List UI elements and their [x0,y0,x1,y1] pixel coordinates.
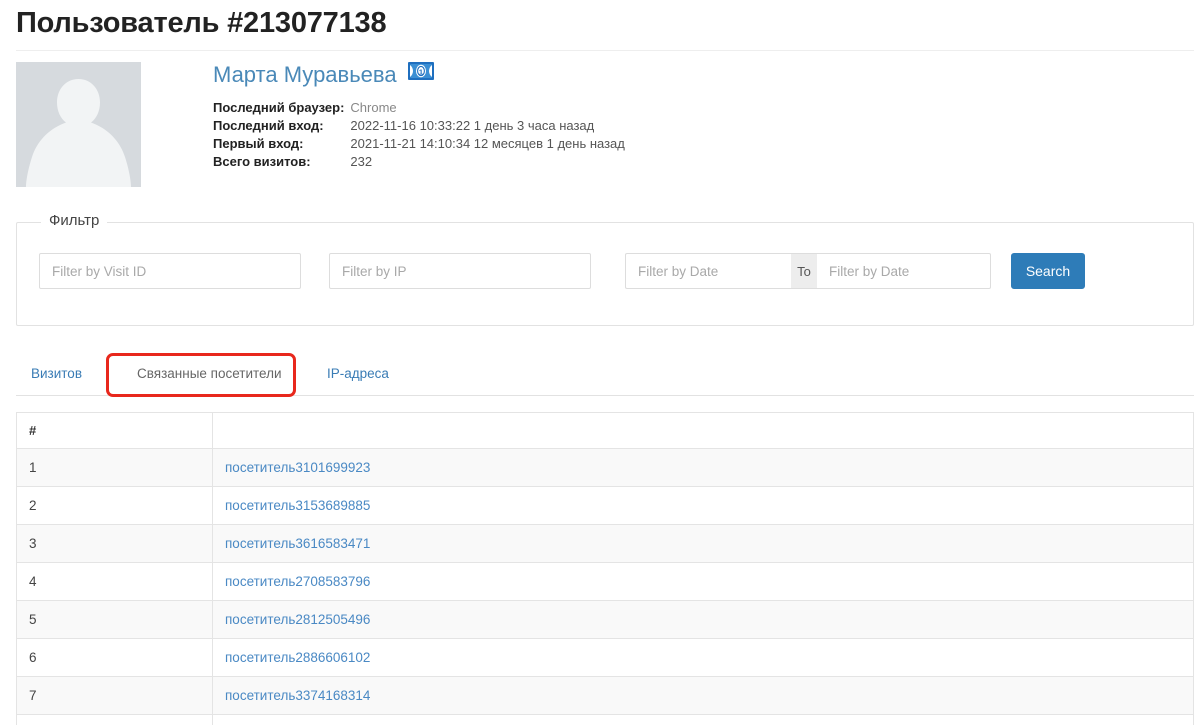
row-index: 1 [16,448,213,487]
filter-ip-input[interactable] [329,253,591,289]
info-value-first-login: 2021-11-21 14:10:34 12 месяцев 1 день на… [350,136,625,151]
row-index: 2 [16,486,213,525]
table-row: 3 посетитель3616583471 [16,524,1194,563]
info-row-last-login: Последний вход: 2022-11-16 10:33:22 1 де… [213,118,625,136]
filter-controls-row: To Search [17,253,1193,289]
row-visitor: посетитель3616583471 [212,524,1194,563]
visitor-link[interactable]: посетитель2812505496 [225,612,370,627]
row-visitor: посетитель3153689885 [212,486,1194,525]
table-row: 7 посетитель3374168314 [16,676,1194,715]
filter-visit-id-input[interactable] [39,253,301,289]
search-button[interactable]: Search [1011,253,1085,289]
visitor-link[interactable]: посетитель2886606102 [225,650,370,665]
person-name: Марта Муравьева [213,62,397,87]
related-visitors-table: # 1 посетитель3101699923 2 посетитель315… [16,412,1194,725]
avatar [16,62,141,187]
row-index: 4 [16,562,213,601]
row-visitor: посетитель3374168314 [212,676,1194,715]
row-visitor [212,714,1194,725]
row-index: 5 [16,600,213,639]
info-value-total-visits: 232 [350,154,373,169]
page-title: Пользователь #213077138 [16,7,387,39]
filter-legend: Фильтр [41,212,108,229]
banknote-icon: 1 [408,61,435,85]
info-row-total-visits: Всего визитов: 232 [213,154,625,172]
table-row: 1 посетитель3101699923 [16,448,1194,487]
visitor-link[interactable]: посетитель3616583471 [225,536,370,551]
row-index: 6 [16,638,213,677]
tab-bar: Визитов Связанные посетители IP-адреса [16,353,1194,397]
table-header-row: # [16,412,1194,449]
table-row: 2 посетитель3153689885 [16,486,1194,525]
row-index: 8 [16,714,213,725]
svg-text:1: 1 [419,67,423,76]
info-label-first-login: Первый вход: [213,136,304,151]
info-row-browser: Последний браузер: Chrome [213,100,625,118]
info-label-total-visits: Всего визитов: [213,154,311,169]
table-header-visitor [212,412,1194,449]
row-index: 7 [16,676,213,715]
row-visitor: посетитель2886606102 [212,638,1194,677]
visitor-link[interactable]: посетитель3153689885 [225,498,370,513]
info-value-browser: Chrome [350,100,397,115]
table-row: 5 посетитель2812505496 [16,600,1194,639]
title-divider [16,50,1194,51]
row-visitor: посетитель2812505496 [212,600,1194,639]
related-visitors-table-wrapper: # 1 посетитель3101699923 2 посетитель315… [16,412,1194,725]
visitor-link[interactable]: посетитель3101699923 [225,460,370,475]
table-row: 8 [16,714,1194,725]
visitor-link[interactable]: посетитель2708583796 [225,574,370,589]
table-row: 6 посетитель2886606102 [16,638,1194,677]
filter-date-to-input[interactable] [817,253,991,289]
table-row: 4 посетитель2708583796 [16,562,1194,601]
user-placeholder-avatar-icon [16,62,141,187]
profile-info-table: Последний браузер: Chrome Последний вход… [213,100,625,172]
user-detail-page: Пользователь #213077138 Марта Муравьева … [0,0,1200,725]
info-label-last-login: Последний вход: [213,118,324,133]
date-range-separator: To [791,253,817,289]
visitor-link[interactable]: посетитель3374168314 [225,688,370,703]
tab-visits[interactable]: Визитов [31,353,97,395]
filter-panel: Фильтр To Search [16,212,1194,326]
row-index: 3 [16,524,213,563]
profile-details: Марта Муравьева 1 Последний браузер: Chr [213,61,625,172]
row-visitor: посетитель3101699923 [212,448,1194,487]
filter-date-from-input[interactable] [625,253,791,289]
info-value-last-login: 2022-11-16 10:33:22 1 день 3 часа назад [350,118,595,133]
tab-bar-underline [16,395,1194,396]
info-label-browser: Последний браузер: [213,100,345,115]
info-row-first-login: Первый вход: 2021-11-21 14:10:34 12 меся… [213,136,625,154]
row-visitor: посетитель2708583796 [212,562,1194,601]
tab-ip-addresses[interactable]: IP-адреса [312,353,404,395]
table-header-index: # [16,412,213,449]
tab-related-visitors[interactable]: Связанные посетители [122,353,297,395]
